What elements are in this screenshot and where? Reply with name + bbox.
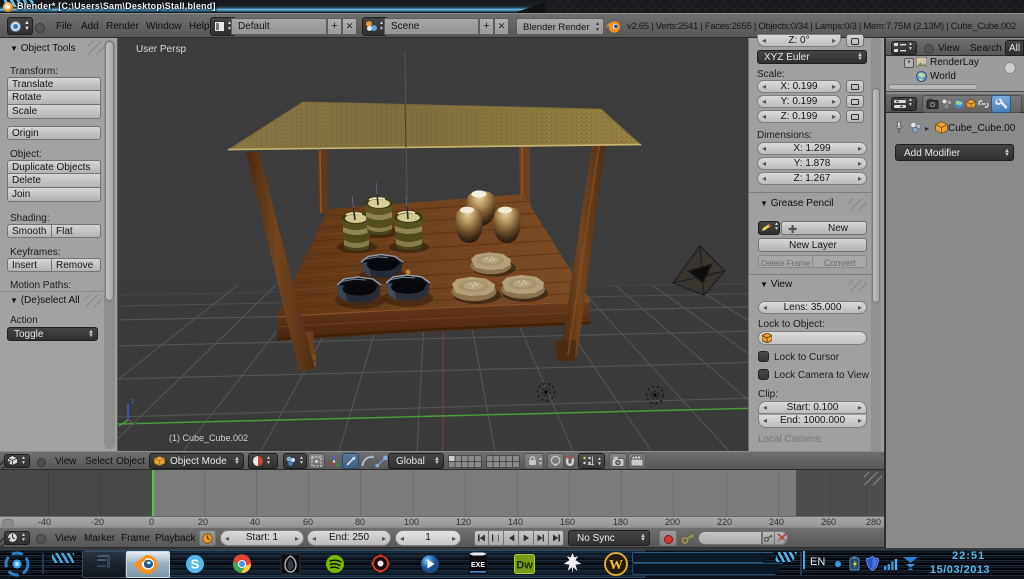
svg-text:(1) Cube_Cube.002: (1) Cube_Cube.002 [169,433,248,443]
svg-text:W: W [609,558,623,573]
svg-text:z: z [131,398,135,405]
svg-text:Dw: Dw [516,560,533,572]
svg-text:S: S [191,557,200,572]
svg-text:EXE: EXE [471,562,485,569]
svg-text:User Persp: User Persp [136,44,186,55]
